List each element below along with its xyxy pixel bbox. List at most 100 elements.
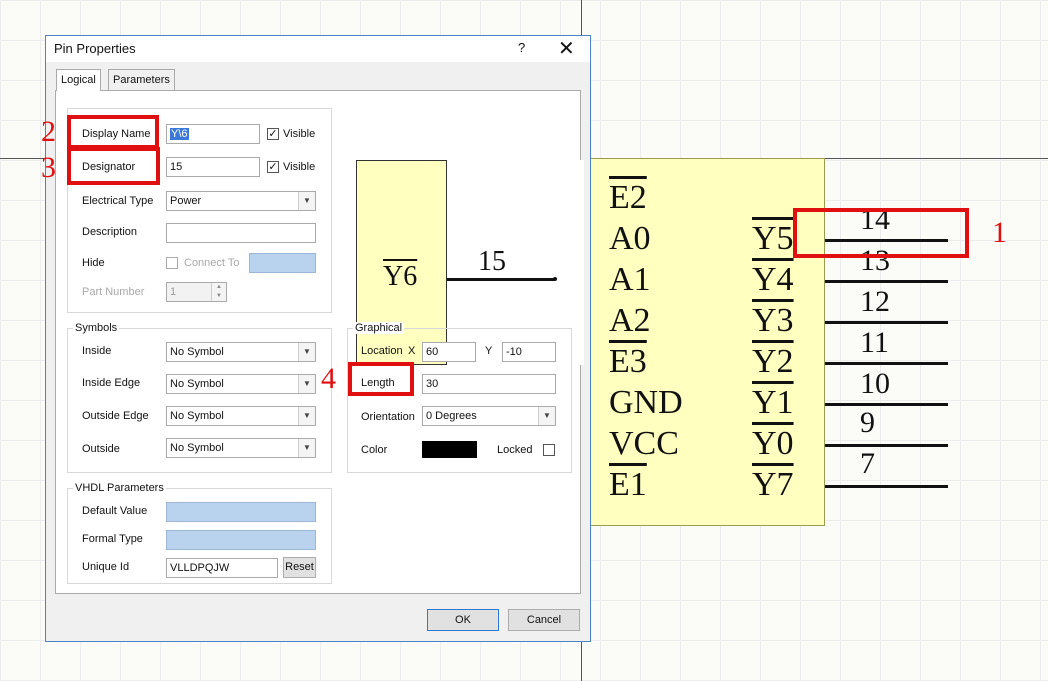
pin-number: 11	[860, 326, 889, 359]
orientation-value: 0 Degrees	[426, 410, 477, 422]
orientation-label: Orientation	[361, 411, 415, 423]
right-pin-label: Y4	[752, 261, 794, 298]
preview-pin-end	[553, 277, 557, 281]
connect-to-input[interactable]	[249, 253, 316, 273]
location-y-input[interactable]: -10	[502, 342, 556, 362]
designator-input[interactable]: 15	[166, 157, 260, 177]
chevron-down-icon[interactable]: ▼	[298, 343, 315, 361]
description-input[interactable]	[166, 223, 316, 243]
color-label: Color	[361, 444, 388, 456]
tab-parameters[interactable]: Parameters	[108, 69, 175, 90]
annotation-number-3: 3	[41, 151, 56, 184]
left-pin-label: GND	[609, 384, 683, 421]
preview-pin-line	[447, 278, 555, 281]
electrical-type-select[interactable]: Power ▼	[166, 191, 316, 211]
symbol-inside-value: No Symbol	[170, 346, 224, 358]
chevron-down-icon[interactable]: ▼	[298, 439, 315, 457]
symbol-outside-value: No Symbol	[170, 442, 224, 454]
annotation-number-1: 1	[992, 216, 1007, 249]
location-x-label: X	[408, 345, 416, 357]
part-number-label: Part Number	[82, 286, 145, 298]
annotation-box-1	[793, 208, 969, 258]
left-pin-label: A0	[609, 220, 651, 257]
chevron-down-icon[interactable]: ▼	[298, 375, 315, 393]
length-input[interactable]: 30	[422, 374, 556, 394]
pin-number: 7	[860, 447, 875, 480]
orientation-select[interactable]: 0 Degrees ▼	[422, 406, 556, 426]
location-x-input[interactable]: 60	[422, 342, 476, 362]
connect-to-label: Connect To	[184, 257, 240, 269]
symbol-inside-edge-select[interactable]: No Symbol ▼	[166, 374, 316, 394]
chevron-down-icon[interactable]: ▼	[538, 407, 555, 425]
location-label: Location	[361, 345, 403, 357]
unique-id-input[interactable]: VLLDPQJW	[166, 558, 278, 578]
left-pin-label: E1	[609, 466, 647, 503]
designator-visible-checkbox[interactable]: ✓	[267, 161, 279, 173]
cancel-button[interactable]: Cancel	[508, 609, 580, 631]
annotation-box-4	[348, 362, 414, 396]
display-name-value: Y\6	[170, 128, 189, 140]
ok-button[interactable]: OK	[427, 609, 499, 631]
default-value-input[interactable]	[166, 502, 316, 522]
electrical-type-value: Power	[170, 195, 202, 207]
help-button[interactable]: ?	[518, 40, 525, 55]
reset-button[interactable]: Reset	[283, 557, 316, 578]
formal-type-label: Formal Type	[82, 533, 143, 545]
display-name-visible-checkbox[interactable]: ✓	[267, 128, 279, 140]
vhdl-group-title: VHDL Parameters	[73, 482, 166, 494]
formal-type-input[interactable]	[166, 530, 316, 550]
visible-label: Visible	[283, 128, 316, 140]
annotation-box-2	[67, 115, 159, 149]
left-pin-label: E3	[609, 343, 647, 380]
chevron-down-icon[interactable]: ▼	[298, 407, 315, 425]
spinner-icon[interactable]: ▲ ▼	[211, 283, 226, 301]
annotation-number-4: 4	[321, 362, 336, 395]
locked-checkbox[interactable]	[543, 444, 555, 456]
symbol-outside-select[interactable]: No Symbol ▼	[166, 438, 316, 458]
left-pin-label: A1	[609, 261, 651, 298]
left-pin-label: E2	[609, 179, 647, 216]
tab-logical[interactable]: Logical	[56, 69, 101, 91]
part-number-value: 1	[170, 286, 177, 298]
location-y-label: Y	[485, 345, 493, 357]
right-pin-label: Y5	[752, 220, 794, 257]
close-icon[interactable]: ✕	[558, 36, 575, 61]
symbols-group-title: Symbols	[73, 322, 120, 334]
pin-line[interactable]	[825, 362, 948, 365]
hide-checkbox[interactable]	[166, 257, 178, 269]
symbol-outside-edge-value: No Symbol	[170, 410, 224, 422]
locked-label: Locked	[497, 444, 533, 456]
annotation-number-2: 2	[41, 115, 56, 148]
pin-line[interactable]	[825, 444, 948, 447]
pin-number: 9	[860, 406, 875, 439]
right-pin-label: Y0	[752, 425, 794, 462]
symbol-inside-edge-label: Inside Edge	[82, 377, 141, 389]
symbol-inside-select[interactable]: No Symbol ▼	[166, 342, 316, 362]
right-pin-label: Y7	[752, 466, 794, 503]
symbol-inside-edge-value: No Symbol	[170, 378, 224, 390]
color-swatch[interactable]	[422, 441, 477, 458]
preview-pin-number: 15	[478, 246, 506, 277]
symbol-outside-edge-select[interactable]: No Symbol ▼	[166, 406, 316, 426]
graphical-group-title: Graphical	[353, 322, 405, 334]
pin-line[interactable]	[825, 403, 948, 406]
right-pin-label: Y2	[752, 343, 794, 380]
dialog-titlebar[interactable]: Pin Properties ? ✕	[46, 36, 590, 62]
annotation-box-3	[67, 147, 160, 185]
pin-line[interactable]	[825, 280, 948, 283]
part-number-input[interactable]: 1 ▲ ▼	[166, 282, 227, 302]
pin-line[interactable]	[825, 321, 948, 324]
display-name-input[interactable]: Y\6	[166, 124, 260, 144]
hide-label: Hide	[82, 257, 105, 269]
description-label: Description	[82, 226, 138, 238]
left-pin-label: VCC	[609, 425, 679, 462]
unique-id-label: Unique Id	[82, 561, 130, 573]
preview-pin-name: Y6	[383, 261, 418, 292]
default-value-label: Default Value	[82, 505, 148, 517]
chevron-down-icon[interactable]: ▼	[298, 192, 315, 210]
symbol-inside-label: Inside	[82, 345, 112, 357]
symbol-outside-edge-label: Outside Edge	[82, 410, 149, 422]
pin-line[interactable]	[825, 485, 948, 488]
right-pin-label: Y3	[752, 302, 794, 339]
pin-number: 10	[860, 367, 890, 400]
